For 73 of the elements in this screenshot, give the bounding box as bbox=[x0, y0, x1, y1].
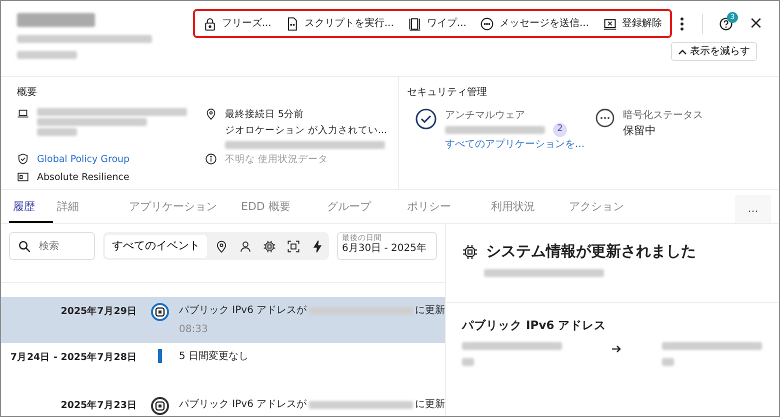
event-date: 2025年7月23日 bbox=[60, 399, 138, 414]
toolbar-action-button[interactable]: 登録解除 bbox=[603, 14, 662, 33]
timeline-node-icon bbox=[151, 397, 169, 416]
section-title: 概要 bbox=[17, 86, 38, 100]
toolbar-action-button[interactable]: スクリプトを実行... bbox=[285, 14, 394, 33]
antimalware-label: アンチマルウェア bbox=[445, 109, 526, 124]
info-icon bbox=[205, 152, 217, 165]
date-range-value: 6月30日 - 2025年 bbox=[342, 242, 428, 254]
document-icon bbox=[285, 16, 300, 30]
device-frame-icon bbox=[408, 16, 422, 30]
tab[interactable]: ポリシー bbox=[403, 192, 487, 224]
timeline-row[interactable]: 2025年7月23日 パブリック IPv6 アドレスが に更新 bbox=[1, 391, 445, 416]
tab[interactable]: EDD 概要 bbox=[237, 192, 323, 224]
more-tabs-button[interactable]: ... bbox=[735, 194, 771, 224]
chip-icon[interactable] bbox=[262, 240, 276, 253]
event-text-suffix: に更新 bbox=[415, 304, 445, 318]
laptop-icon bbox=[17, 108, 29, 120]
section-title: セキュリティ管理 bbox=[407, 86, 488, 100]
timeline-node-icon bbox=[151, 303, 169, 322]
scan-icon[interactable] bbox=[286, 240, 300, 253]
location-pin-icon bbox=[205, 108, 217, 120]
tab[interactable]: アクション bbox=[565, 192, 651, 224]
location-pin-icon[interactable] bbox=[214, 240, 228, 253]
check-circle-icon bbox=[415, 108, 437, 130]
chat-bubble-icon bbox=[480, 16, 494, 30]
event-text: パブリック IPv6 アドレスが bbox=[179, 398, 307, 412]
card-icon bbox=[17, 170, 29, 183]
event-text: 5 日間変更なし bbox=[179, 351, 249, 362]
tab[interactable]: 履歴 bbox=[9, 192, 53, 224]
count-badge: 2 bbox=[553, 123, 567, 138]
redacted-text bbox=[17, 51, 77, 59]
geolocation-text: ジオロケーション が入力されてい... bbox=[225, 124, 388, 138]
chevron-up-icon bbox=[678, 48, 687, 54]
search-icon bbox=[18, 240, 31, 253]
timeline-gap-bar bbox=[158, 349, 162, 364]
toolbar-action-button[interactable]: フリーズ... bbox=[202, 14, 272, 33]
redacted-text bbox=[37, 128, 77, 136]
resilience-text: Absolute Resilience bbox=[37, 170, 130, 185]
selected-timeline-row[interactable]: 2025年7月29日 パブリック IPv6 アドレスが に更新 08:33 bbox=[1, 297, 445, 344]
lock-icon bbox=[202, 16, 217, 30]
chip-icon bbox=[462, 244, 478, 260]
tab[interactable]: 利用状況 bbox=[487, 192, 565, 224]
section-title: パブリック IPv6 アドレス bbox=[462, 316, 608, 334]
screen-x-icon bbox=[603, 16, 617, 30]
event-text-suffix: に更新 bbox=[415, 398, 445, 412]
filter-chip[interactable]: すべてのイベント bbox=[105, 235, 207, 258]
tab[interactable]: 詳細 bbox=[53, 192, 125, 224]
redacted-text bbox=[462, 358, 474, 366]
person-icon[interactable] bbox=[238, 240, 252, 253]
more-icon[interactable] bbox=[680, 16, 686, 30]
event-date: 7月24日 - 2025年7月28日 bbox=[9, 351, 138, 366]
event-text: パブリック IPv6 アドレスが bbox=[179, 304, 307, 318]
last-connected-text: 最終接続日 5分前 bbox=[225, 108, 306, 122]
timeline-row[interactable]: 7月24日 - 2025年7月28日 5 日間変更なし bbox=[1, 343, 445, 392]
show-less-button[interactable]: 表示を減らす bbox=[671, 42, 757, 61]
event-date: 2025年7月29日 bbox=[60, 305, 138, 320]
arrow-right-icon bbox=[612, 345, 622, 354]
lightning-icon[interactable] bbox=[310, 240, 324, 253]
encryption-status: 保留中 bbox=[623, 123, 657, 140]
tab[interactable]: アプリケーション bbox=[125, 192, 237, 224]
toolbar-action-button[interactable]: メッセージを送信... bbox=[480, 14, 589, 33]
more-circle-icon bbox=[595, 108, 615, 128]
encryption-label: 暗号化ステータス bbox=[623, 108, 703, 124]
detail-title: システム情報が更新されました bbox=[486, 241, 696, 262]
redacted-text bbox=[662, 358, 674, 366]
usage-status-text: 不明な 使用状況データ bbox=[225, 152, 328, 167]
tab[interactable]: グループ bbox=[323, 192, 403, 224]
search-field[interactable]: 検索 bbox=[9, 232, 95, 260]
event-time: 08:33 bbox=[179, 323, 209, 338]
toolbar-action-button[interactable]: ワイプ... bbox=[408, 14, 466, 33]
policy-group-link[interactable]: Global Policy Group bbox=[37, 152, 130, 167]
all-applications-link[interactable]: すべてのアプリケーションを... bbox=[445, 137, 585, 152]
shield-icon bbox=[17, 152, 29, 165]
